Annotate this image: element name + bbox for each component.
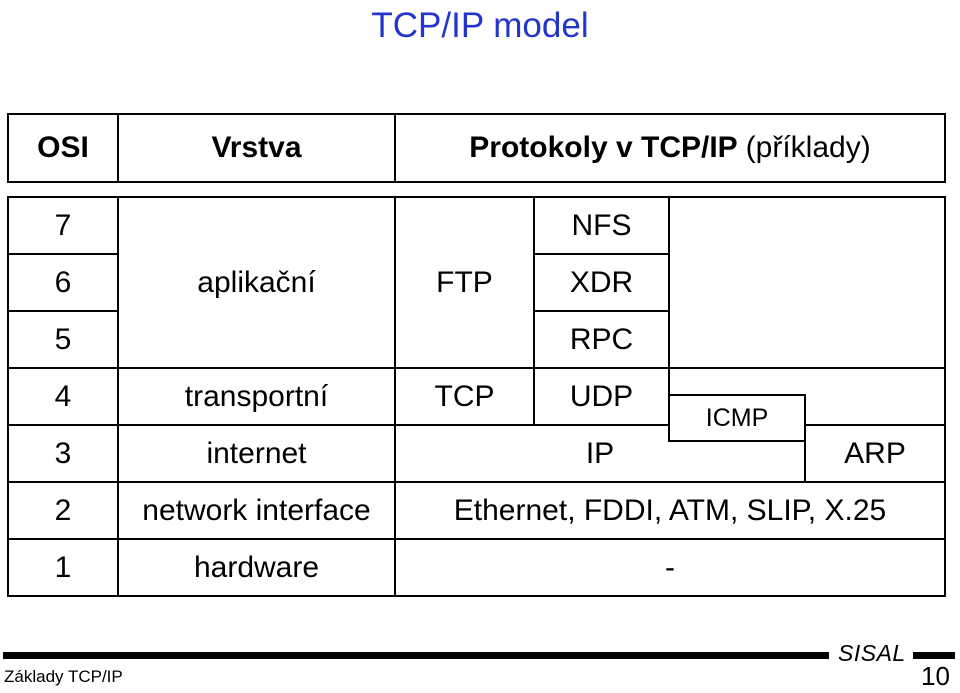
protocol-nfs: NFS <box>533 196 670 255</box>
page-title: TCP/IP model <box>371 6 589 45</box>
footer-rule-right <box>913 652 955 659</box>
layer-name-hardware: hardware <box>117 538 396 597</box>
protocol-udp: UDP <box>533 367 670 426</box>
osi-layer-2: 2 <box>7 481 119 540</box>
osi-layer-4: 4 <box>7 367 119 426</box>
footer-rule-left <box>3 652 829 659</box>
osi-layer-7: 7 <box>7 196 119 255</box>
protocol-xdr: XDR <box>533 253 670 312</box>
protocol-arp: ARP <box>804 424 946 483</box>
layer-name-transport: transportní <box>117 367 396 426</box>
osi-layer-6: 6 <box>7 253 119 312</box>
protocol-rpc: RPC <box>533 310 670 369</box>
table-header-layer: Vrstva <box>117 113 396 183</box>
osi-layer-3: 3 <box>7 424 119 483</box>
protocol-icmp: ICMP <box>668 394 806 442</box>
layer-name-network-interface: network interface <box>117 481 396 540</box>
layer-name-application: aplikační <box>117 196 396 369</box>
osi-layer-5: 5 <box>7 310 119 369</box>
footer-course-title: Základy TCP/IP <box>4 667 123 686</box>
footer-page-number: 10 <box>921 661 950 691</box>
tcpip-model-table: OSI Vrstva Protokoly v TCP/IP (příklady) … <box>7 113 946 599</box>
table-header-protocols: Protokoly v TCP/IP (příklady) <box>394 113 946 183</box>
layer-name-internet: internet <box>117 424 396 483</box>
protocol-tcp: TCP <box>394 367 535 426</box>
osi-layer-1: 1 <box>7 538 119 597</box>
protocol-link-layer: Ethernet, FDDI, ATM, SLIP, X.25 <box>394 481 946 540</box>
protocol-hardware-none: - <box>394 538 946 597</box>
protocol-ftp: FTP <box>394 196 535 369</box>
table-header-protocols-bold: Protokoly v TCP/IP <box>469 131 738 164</box>
table-header-protocols-note: (příklady) <box>745 131 871 164</box>
footer-brand: SISAL <box>838 640 906 666</box>
table-header-osi: OSI <box>7 113 119 183</box>
